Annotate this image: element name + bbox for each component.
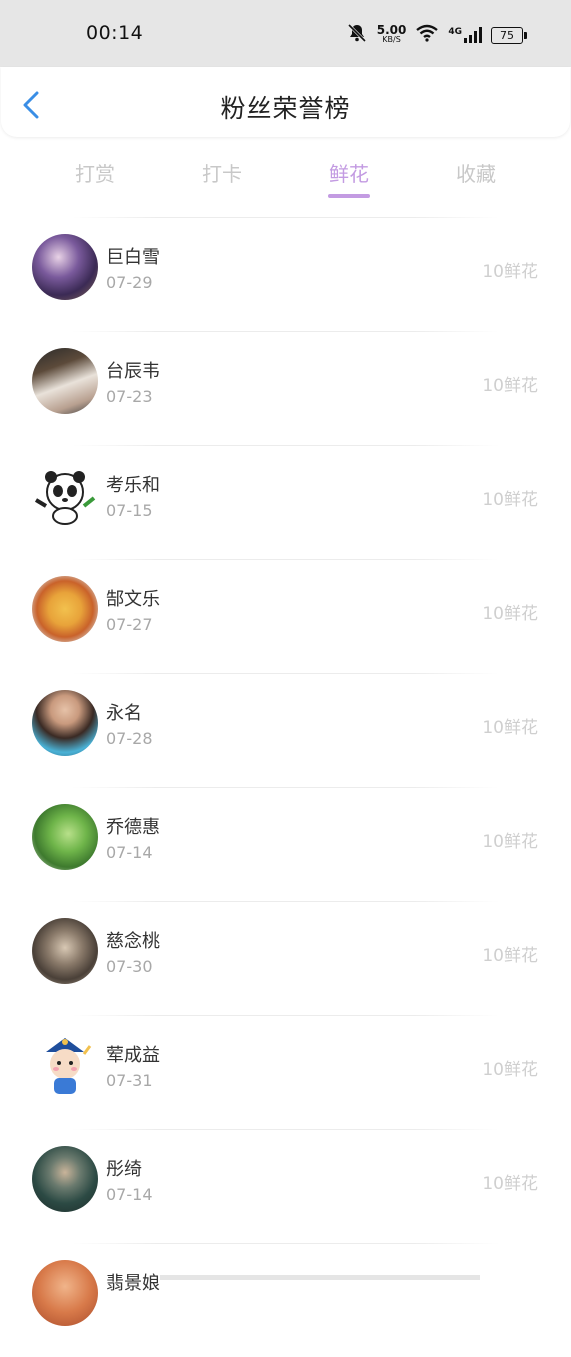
wifi-icon — [415, 24, 439, 46]
fan-name: 荤成益 — [106, 1045, 160, 1066]
avatar[interactable] — [32, 348, 98, 414]
divider — [72, 331, 499, 332]
status-time: 00:14 — [86, 22, 144, 44]
tab-favorites[interactable]: 收藏 — [431, 158, 521, 187]
avatar[interactable] — [32, 918, 98, 984]
flower-count: 10鲜花 — [482, 376, 538, 396]
avatar[interactable] — [32, 576, 98, 642]
flower-count: 10鲜花 — [482, 604, 538, 624]
tab-tips[interactable]: 打赏 — [50, 158, 140, 187]
list-item[interactable]: 乔德惠 07-14 10鲜花 — [0, 787, 571, 901]
flower-count: 10鲜花 — [482, 490, 538, 510]
fan-date: 07-28 — [106, 729, 153, 748]
tab-label: 鲜花 — [329, 162, 369, 186]
flower-count: 10鲜花 — [482, 1060, 538, 1080]
flower-count: 10鲜花 — [482, 1174, 538, 1194]
fan-name: 翡景娘 — [106, 1273, 160, 1294]
fan-name: 巨白雪 — [106, 247, 160, 268]
tab-bar: 打赏 打卡 鲜花 收藏 — [0, 150, 571, 202]
divider — [72, 787, 499, 788]
flower-count: 10鲜花 — [482, 262, 538, 282]
flower-count: 10鲜花 — [482, 946, 538, 966]
avatar[interactable] — [32, 690, 98, 756]
fan-date: 07-30 — [106, 957, 153, 976]
battery-icon: 75 — [491, 26, 527, 44]
list-item[interactable]: 慈念桃 07-30 10鲜花 — [0, 901, 571, 1015]
tab-flowers[interactable]: 鲜花 — [304, 158, 394, 198]
page-title: 粉丝荣誉榜 — [220, 94, 351, 123]
active-tab-indicator — [328, 194, 370, 198]
list-item[interactable]: 巨白雪 07-29 10鲜花 — [0, 217, 571, 331]
fan-date: 07-14 — [106, 1185, 153, 1204]
tab-label: 打赏 — [75, 162, 115, 186]
mute-bell-icon — [346, 23, 368, 47]
fan-name: 彤绮 — [106, 1159, 142, 1180]
avatar[interactable] — [32, 462, 98, 528]
list-item[interactable]: 考乐和 07-15 10鲜花 — [0, 445, 571, 559]
network-type: 4G — [448, 27, 462, 37]
status-bar: 00:14 5.00 KB/S 4G 75 — [0, 0, 571, 67]
bottom-bar-edge — [160, 1275, 480, 1280]
divider — [72, 1243, 499, 1244]
divider — [72, 445, 499, 446]
tab-label: 打卡 — [202, 162, 242, 186]
fan-name: 乔德惠 — [106, 817, 160, 838]
fan-date: 07-14 — [106, 843, 153, 862]
tab-label: 收藏 — [456, 162, 496, 186]
fan-name: 慈念桃 — [106, 931, 160, 952]
divider — [72, 1129, 499, 1130]
avatar[interactable] — [32, 1146, 98, 1212]
fan-date: 07-27 — [106, 615, 153, 634]
flower-count: 10鲜花 — [482, 718, 538, 738]
avatar[interactable] — [32, 804, 98, 870]
divider — [72, 217, 499, 218]
panda-icon — [34, 471, 96, 525]
fan-date: 07-29 — [106, 273, 153, 292]
list-item[interactable]: 台辰韦 07-23 10鲜花 — [0, 331, 571, 445]
status-icons: 5.00 KB/S 4G 75 — [346, 22, 527, 48]
avatar[interactable] — [32, 1260, 98, 1326]
cellular-signal-icon: 4G — [448, 27, 482, 43]
tab-checkin[interactable]: 打卡 — [177, 158, 267, 187]
avatar[interactable] — [32, 1032, 98, 1098]
fan-name: 考乐和 — [106, 475, 160, 496]
fan-ranking-list: 巨白雪 07-29 10鲜花 台辰韦 07-23 10鲜花 考乐和 07-15 … — [0, 217, 571, 1357]
fan-name: 台辰韦 — [106, 361, 160, 382]
list-item[interactable]: 翡景娘 — [0, 1243, 571, 1357]
divider — [72, 1015, 499, 1016]
fan-name: 永名 — [106, 703, 142, 724]
list-item[interactable]: 彤绮 07-14 10鲜花 — [0, 1129, 571, 1243]
fan-name: 郜文乐 — [106, 589, 160, 610]
list-item[interactable]: 荤成益 07-31 10鲜花 — [0, 1015, 571, 1129]
list-item[interactable]: 永名 07-28 10鲜花 — [0, 673, 571, 787]
divider — [72, 901, 499, 902]
divider — [72, 559, 499, 560]
net-speed: 5.00 KB/S — [377, 24, 407, 45]
divider — [72, 673, 499, 674]
avatar[interactable] — [32, 234, 98, 300]
cartoon-child-icon — [46, 1038, 92, 1094]
fan-date: 07-23 — [106, 387, 153, 406]
fan-date: 07-31 — [106, 1071, 153, 1090]
fan-date: 07-15 — [106, 501, 153, 520]
list-item[interactable]: 郜文乐 07-27 10鲜花 — [0, 559, 571, 673]
navigation-header: 粉丝荣誉榜 — [1, 67, 570, 137]
flower-count: 10鲜花 — [482, 832, 538, 852]
